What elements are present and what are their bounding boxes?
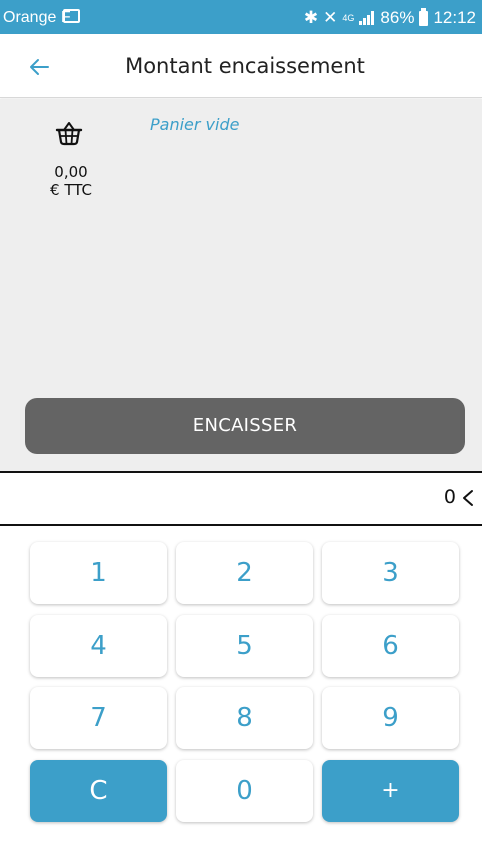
page-title: Montant encaissement <box>125 54 365 78</box>
mute-icon: ✕ <box>323 8 338 27</box>
key-4[interactable]: 4 <box>30 615 167 677</box>
network-type: 4G <box>342 13 355 23</box>
key-2[interactable]: 2 <box>176 542 313 604</box>
numeric-keypad: 1 2 3 4 5 6 7 8 9 C 0 + <box>0 527 482 842</box>
cart-total-currency: € TTC <box>50 181 92 199</box>
cart-panel: 0,00 € TTC Panier vide ENCAISSER <box>0 99 482 471</box>
key-1[interactable]: 1 <box>30 542 167 604</box>
app-bar: Montant encaissement <box>0 34 482 98</box>
battery-icon <box>419 7 429 26</box>
cart-total: 0,00 € TTC <box>40 163 102 199</box>
status-bar: Orange F ✱ ✕ 4G 86% 12:12 <box>0 0 482 34</box>
carrier-label: Orange F <box>3 9 71 26</box>
bluetooth-icon: ✱ <box>303 8 319 27</box>
gallery-notification-icon <box>63 9 80 23</box>
key-0[interactable]: 0 <box>176 760 313 822</box>
clear-button[interactable]: C <box>30 760 167 822</box>
checkout-button[interactable]: ENCAISSER <box>25 398 465 454</box>
key-3[interactable]: 3 <box>322 542 459 604</box>
clock: 12:12 <box>433 8 476 27</box>
backspace-icon[interactable] <box>460 489 476 507</box>
basket-icon[interactable] <box>55 119 83 147</box>
amount-display: 0 <box>0 473 482 525</box>
cart-total-value: 0,00 <box>54 163 88 181</box>
add-button[interactable]: + <box>322 760 459 822</box>
divider-bottom <box>0 524 482 526</box>
key-6[interactable]: 6 <box>322 615 459 677</box>
status-indicators: ✱ ✕ 4G 86% 12:12 <box>303 7 476 28</box>
battery-percent: 86% <box>380 8 415 27</box>
signal-icon <box>359 11 375 25</box>
key-7[interactable]: 7 <box>30 687 167 749</box>
empty-cart-label: Panier vide <box>150 115 240 134</box>
key-8[interactable]: 8 <box>176 687 313 749</box>
amount-display-value: 0 <box>443 486 456 508</box>
key-5[interactable]: 5 <box>176 615 313 677</box>
key-9[interactable]: 9 <box>322 687 459 749</box>
